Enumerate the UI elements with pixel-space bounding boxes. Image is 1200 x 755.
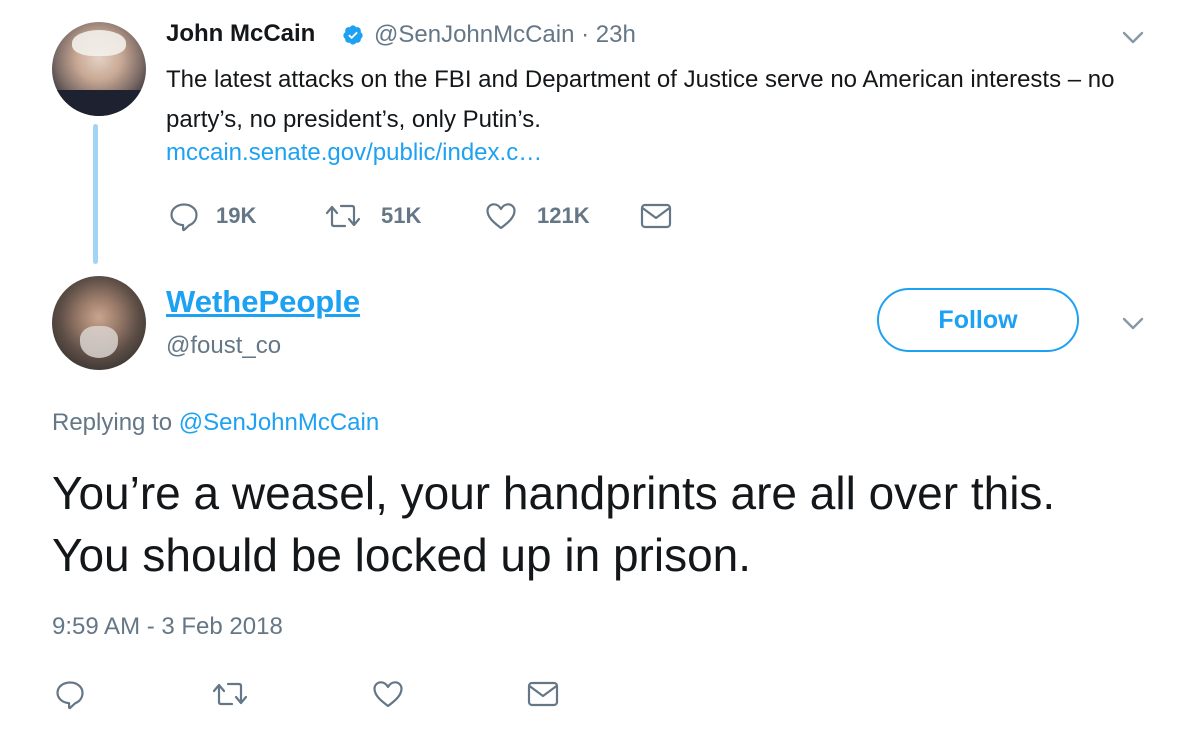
reply-icon[interactable] bbox=[52, 676, 88, 712]
parent-tweet-text: The latest attacks on the FBI and Depart… bbox=[166, 66, 1115, 133]
replying-prefix: Replying to bbox=[52, 409, 179, 436]
heart-icon bbox=[486, 203, 516, 230]
reply-author-handle[interactable]: @foust_co bbox=[166, 332, 281, 360]
parent-handle-time[interactable]: @SenJohnMcCain · 23h bbox=[374, 21, 636, 49]
dm-action[interactable] bbox=[639, 200, 673, 232]
parent-tweet-link[interactable]: mccain.senate.gov/public/index.c… bbox=[166, 139, 542, 167]
reply-avatar[interactable] bbox=[52, 276, 146, 370]
replying-to-mention[interactable]: @SenJohnMcCain bbox=[179, 409, 379, 436]
like-count: 121K bbox=[537, 203, 590, 228]
reply-icon bbox=[170, 203, 198, 232]
parent-author-name[interactable]: John McCain bbox=[166, 20, 315, 48]
verified-badge-icon bbox=[343, 25, 363, 45]
reply-action[interactable]: 19K bbox=[166, 198, 256, 234]
parent-avatar[interactable] bbox=[52, 22, 146, 116]
replying-to-line: Replying to @SenJohnMcCain bbox=[52, 409, 379, 437]
envelope-icon bbox=[640, 203, 672, 229]
reply-count: 19K bbox=[216, 203, 257, 228]
chevron-down-icon[interactable] bbox=[1118, 308, 1148, 338]
thread-connector-line bbox=[93, 124, 98, 264]
retweet-icon bbox=[325, 204, 361, 228]
reply-tweet-text: You’re a weasel, your handprints are all… bbox=[52, 467, 1093, 581]
follow-button[interactable]: Follow bbox=[877, 288, 1079, 352]
chevron-down-icon[interactable] bbox=[1118, 22, 1148, 52]
retweet-count: 51K bbox=[381, 203, 422, 228]
reply-timestamp[interactable]: 9:59 AM - 3 Feb 2018 bbox=[52, 613, 283, 641]
envelope-icon[interactable] bbox=[526, 678, 560, 710]
retweet-action[interactable]: 51K bbox=[323, 198, 421, 234]
like-action[interactable]: 121K bbox=[483, 198, 590, 234]
heart-icon[interactable] bbox=[370, 676, 406, 712]
avatar-suit bbox=[52, 90, 146, 116]
reply-author-name[interactable]: WethePeople bbox=[166, 284, 360, 320]
avatar-hair bbox=[72, 30, 126, 56]
avatar-beard bbox=[80, 326, 118, 358]
retweet-icon[interactable] bbox=[210, 676, 250, 712]
